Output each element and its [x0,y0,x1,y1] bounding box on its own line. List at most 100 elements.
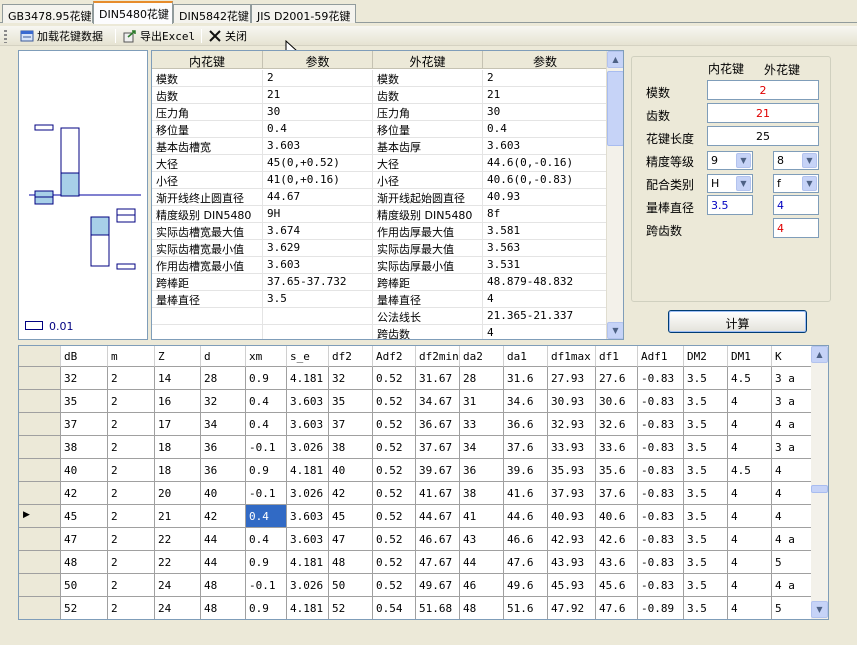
table-cell[interactable]: 47 [329,528,373,551]
table-cell[interactable]: 32 [201,390,246,413]
table-cell[interactable]: 48 [201,597,246,619]
table-cell[interactable]: 33.6 [596,436,638,459]
table-cell[interactable]: 0.9 [246,597,287,619]
table-row[interactable]: 35 2 16 32 0.4 3.603 35 0.52 34.67 31 34.6 30.93 30.… [19,390,818,413]
table-cell[interactable]: 4 [728,528,772,551]
parameter-row[interactable]: 模数 2 模数 2 [152,70,608,87]
table-cell[interactable]: 45 [329,505,373,528]
table-cell[interactable]: 38 [460,482,504,505]
table-cell[interactable]: 40.6 [596,505,638,528]
chevron-down-icon[interactable]: ▼ [802,153,817,168]
table-cell[interactable]: 4.5 [728,459,772,482]
table-cell[interactable]: 21 [155,505,201,528]
table-cell[interactable]: 28 [201,367,246,390]
table-cell[interactable]: 4.5 [728,367,772,390]
table-cell[interactable]: 4 [728,597,772,619]
column-header[interactable]: da1 [504,346,548,367]
row-header[interactable] [19,551,61,574]
table-cell[interactable]: 34.67 [416,390,460,413]
table-cell[interactable]: 34 [201,413,246,436]
table-cell[interactable]: 38 [61,436,108,459]
table-cell[interactable]: 0.52 [373,413,416,436]
table-cell[interactable]: 4 [728,551,772,574]
table-cell[interactable]: 44 [460,551,504,574]
table-cell[interactable]: 48 [460,597,504,619]
parameter-row[interactable]: 跨齿数 4 [152,325,608,339]
table-cell[interactable]: 2 [108,505,155,528]
table-cell[interactable]: 48 [61,551,108,574]
table-cell[interactable]: 40 [329,459,373,482]
row-header[interactable] [19,390,61,413]
table-cell[interactable]: 4 [728,574,772,597]
column-header[interactable]: s_e [287,346,329,367]
table-cell[interactable]: 46.6 [504,528,548,551]
table-cell[interactable]: 0.52 [373,528,416,551]
parameter-row[interactable]: 小径 41(0,+0.16) 小径 40.6(0,-0.83) [152,172,608,189]
table-cell[interactable]: 39.6 [504,459,548,482]
table-cell[interactable]: 31.67 [416,367,460,390]
table-cell[interactable]: 37.6 [596,482,638,505]
parameter-row[interactable]: 实际齿槽宽最小值 3.629 实际齿厚最大值 3.563 [152,240,608,257]
table-cell[interactable]: 34 [460,436,504,459]
table-cell[interactable]: 40 [61,459,108,482]
table-cell[interactable]: 2 [108,459,155,482]
precision-inner-select[interactable]: 9 ▼ [707,151,753,170]
table-cell[interactable]: 45.6 [596,574,638,597]
table-cell[interactable]: 44.67 [416,505,460,528]
table-cell[interactable]: 0.9 [246,551,287,574]
table-cell[interactable]: 4.181 [287,459,329,482]
column-header[interactable]: d [201,346,246,367]
toolbar-grip[interactable] [4,30,7,43]
table-cell[interactable]: 3.5 [684,436,728,459]
table-cell[interactable]: 31.6 [504,367,548,390]
table-cell[interactable]: 46 [460,574,504,597]
table-cell[interactable]: 46.67 [416,528,460,551]
table-cell[interactable]: -0.83 [638,459,684,482]
table-cell[interactable]: 3.603 [287,413,329,436]
table-cell[interactable]: 35.6 [596,459,638,482]
table-cell[interactable]: 33 [460,413,504,436]
spline-data-grid[interactable]: dB m Zd xm s_e df2 Adf2 df2min da2 da1 df1max df1 Ad… [18,345,829,620]
column-header[interactable]: df1max [548,346,596,367]
spline-parameter-table[interactable]: 内花键 参数 外花键 参数 模数 2 模数 2 齿数 21 齿数 21 压力角 30 压力角 30 移位… [151,50,624,340]
parameter-row[interactable]: 渐开线终止圆直径 44.67 渐开线起始圆直径 40.93 [152,189,608,206]
table-cell[interactable]: -0.83 [638,505,684,528]
tab-din5842[interactable]: DIN5842花键 [173,4,251,23]
table-cell[interactable]: -0.83 [638,482,684,505]
table-cell[interactable]: 3.5 [684,574,728,597]
table-cell[interactable]: 0.52 [373,367,416,390]
row-header[interactable] [19,482,61,505]
table-cell[interactable]: 2 [108,436,155,459]
table-cell[interactable]: 33.93 [548,436,596,459]
pin-diameter-inner-input[interactable]: 3.5 [707,195,753,215]
spline-length-input[interactable]: 25 [707,126,819,146]
column-header[interactable]: df1 [596,346,638,367]
row-header[interactable] [19,574,61,597]
column-header[interactable]: xm [246,346,287,367]
table-cell[interactable]: 40 [201,482,246,505]
table-row[interactable]: 50 2 24 48 -0.1 3.026 50 0.52 49.67 46 49.6 45.93 45… [19,574,818,597]
row-header[interactable] [19,459,61,482]
scroll-thumb[interactable] [607,71,623,146]
table-cell[interactable]: 42.6 [596,528,638,551]
table-cell[interactable]: 0.4 [246,528,287,551]
column-header[interactable]: Z [155,346,201,367]
column-header[interactable]: da2 [460,346,504,367]
table-cell[interactable]: 39.67 [416,459,460,482]
table-cell[interactable]: 43.93 [548,551,596,574]
table-cell[interactable]: 36 [201,459,246,482]
table-cell[interactable]: 48 [201,574,246,597]
parameter-row[interactable]: 齿数 21 齿数 21 [152,87,608,104]
table-cell[interactable]: 2 [108,390,155,413]
table-cell[interactable]: 36 [201,436,246,459]
table-cell[interactable]: 49.6 [504,574,548,597]
table-cell[interactable]: 0.52 [373,551,416,574]
parameter-row[interactable]: 作用齿槽宽最小值 3.603 实际齿厚最小值 3.531 [152,257,608,274]
table-cell[interactable]: 44.6 [504,505,548,528]
chevron-down-icon[interactable]: ▼ [736,176,751,191]
column-header[interactable]: DM2 [684,346,728,367]
table-cell[interactable]: 52 [61,597,108,619]
table-cell[interactable]: 0.52 [373,482,416,505]
column-header[interactable]: dB [61,346,108,367]
table-cell[interactable]: 47.92 [548,597,596,619]
